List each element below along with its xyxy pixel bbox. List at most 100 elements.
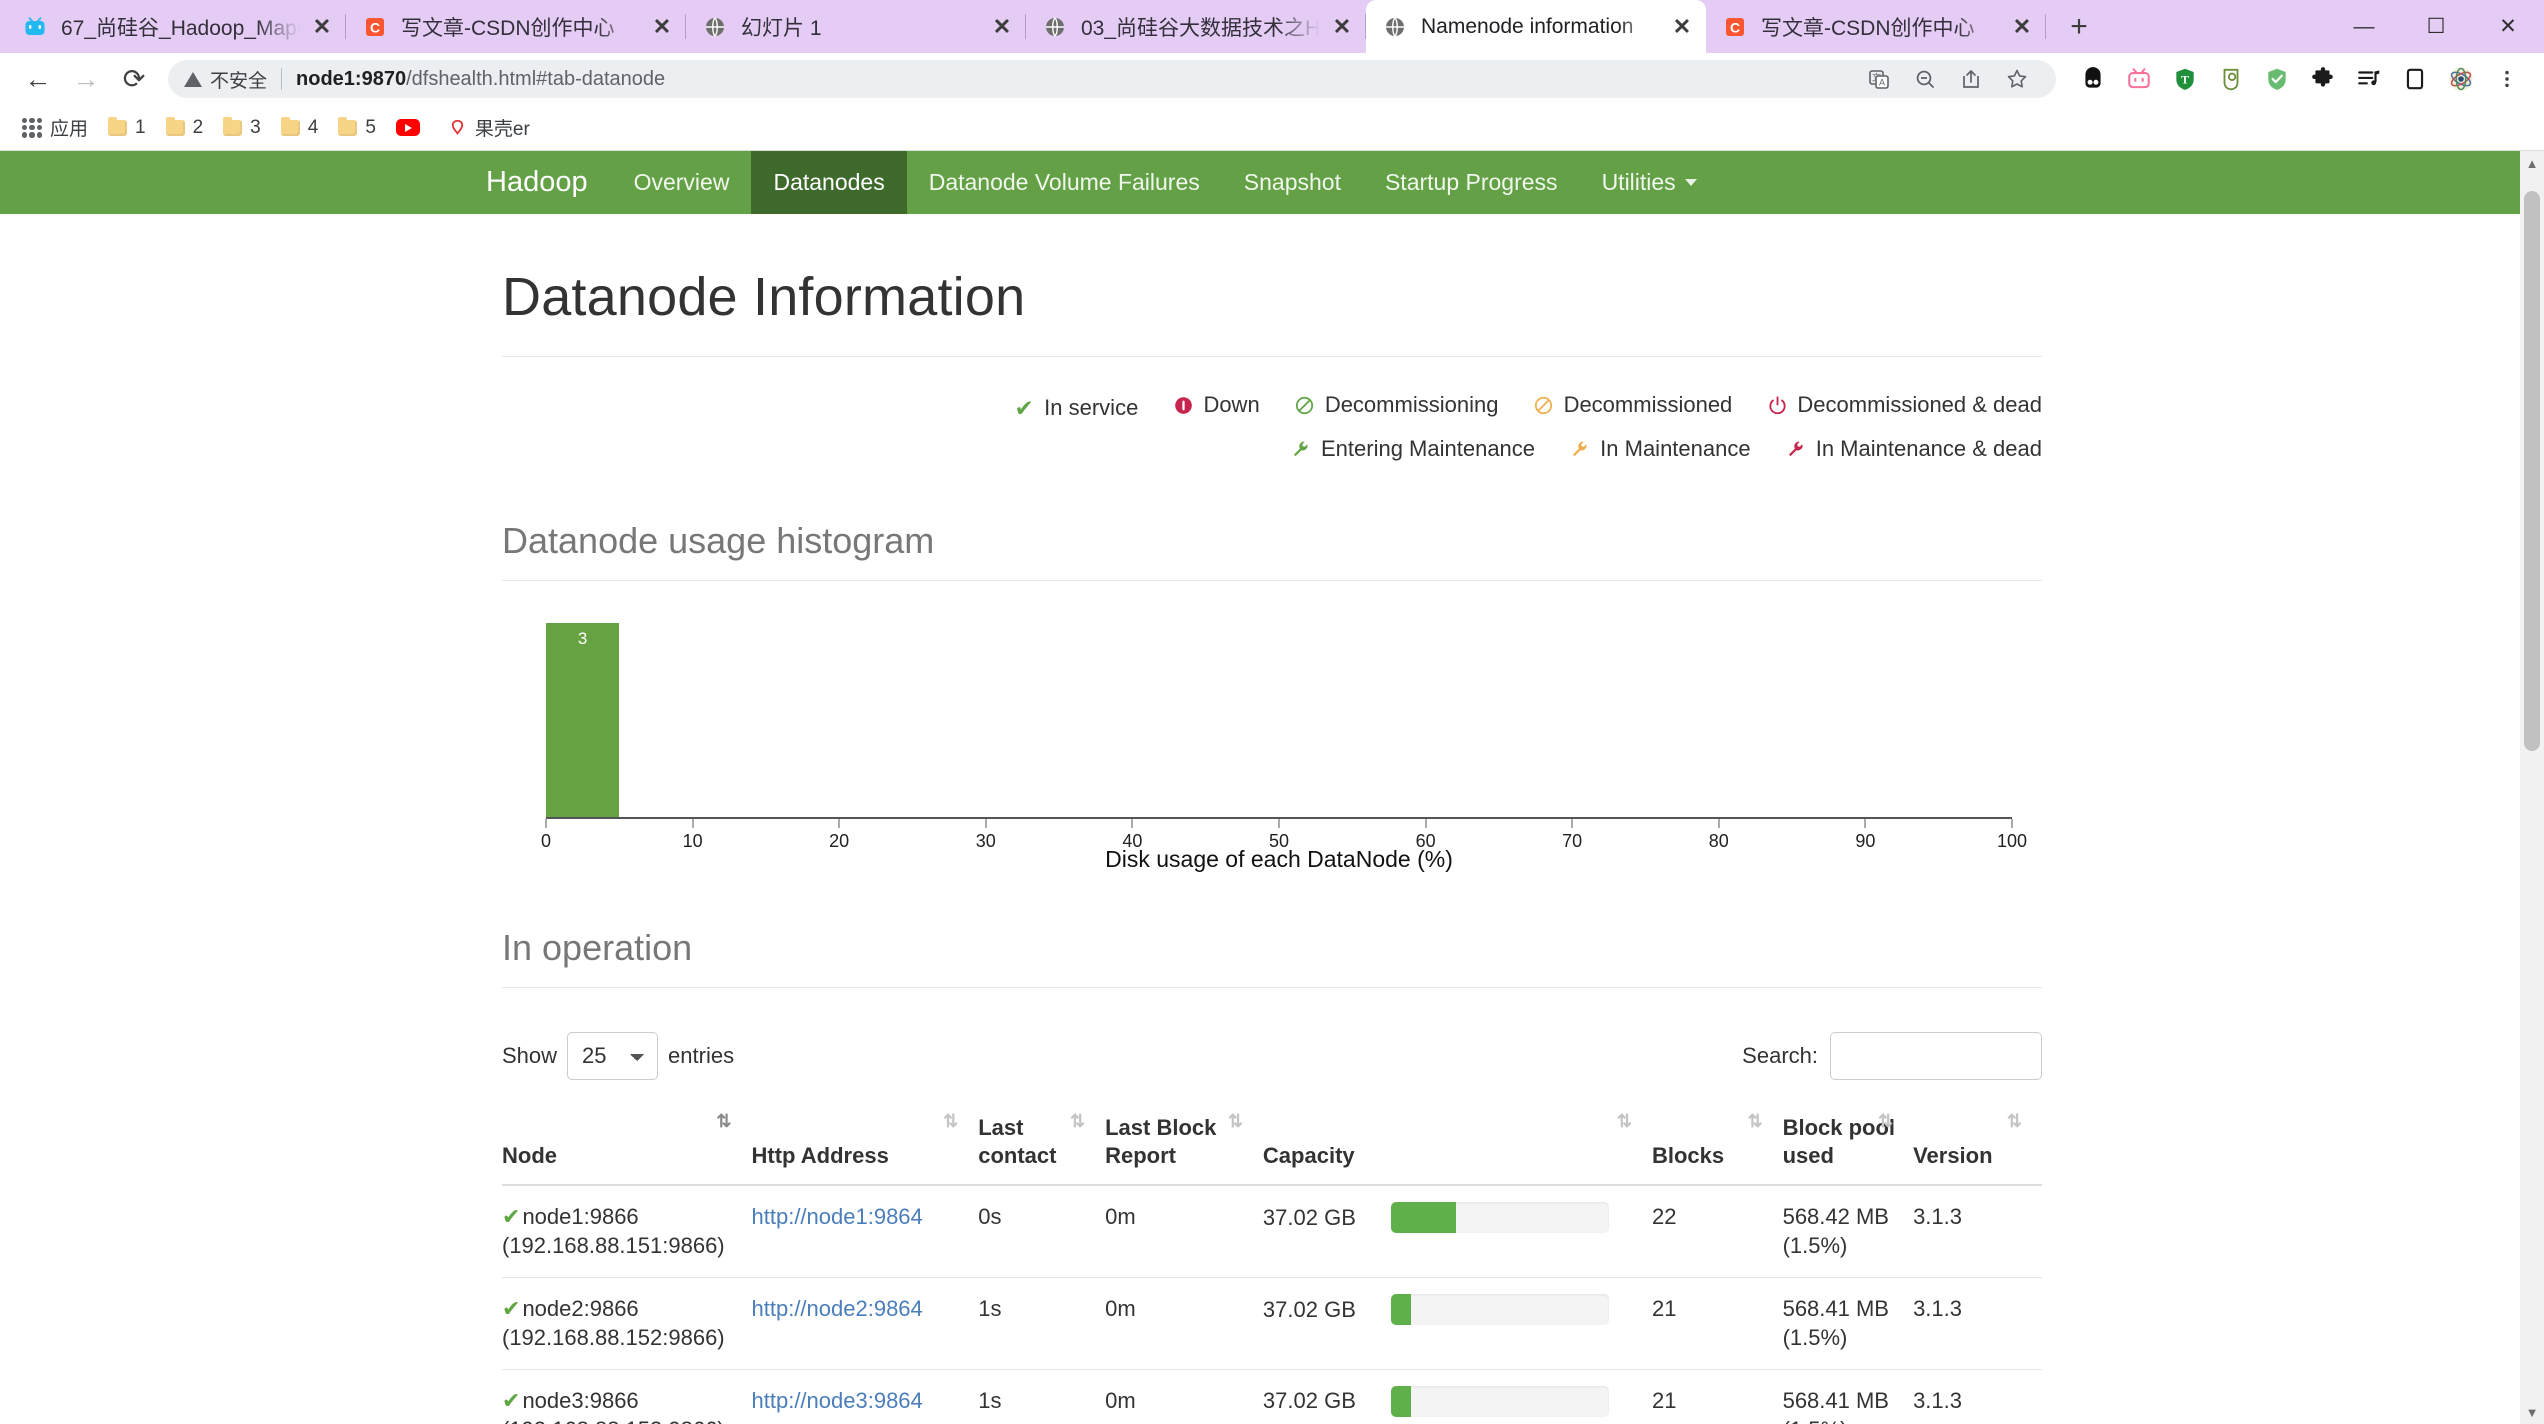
nav-overview[interactable]: Overview [612, 151, 752, 214]
ban-orange-icon [1533, 395, 1555, 416]
tab-close-icon[interactable]: ✕ [2008, 13, 2036, 41]
adguard-shield-icon[interactable] [2254, 56, 2300, 102]
bookmark-folder-4[interactable]: 4 [271, 109, 329, 147]
minimize-button[interactable]: — [2328, 0, 2400, 53]
trend-shield-icon[interactable]: T [2162, 56, 2208, 102]
legend-decommissioned-dead: Decommissioned & dead [1766, 385, 2042, 425]
block-pool-value: 568.41 MB [1782, 1295, 1889, 1321]
bookmark-label: 5 [365, 116, 376, 138]
histogram-plot: 3 [546, 622, 2012, 819]
col-header-blocks[interactable]: ⇅ Blocks [1651, 1099, 1783, 1186]
playlist-icon[interactable] [2346, 56, 2392, 102]
scrollbar-thumb[interactable] [2524, 191, 2540, 751]
browser-tab-active[interactable]: Namenode information ✕ [1366, 0, 1706, 53]
not-secure-indicator[interactable]: 不安全 [184, 66, 267, 93]
menu-kebab-icon[interactable] [2484, 56, 2530, 102]
col-header-capacity[interactable]: ⇅ Capacity [1262, 1099, 1652, 1186]
new-tab-button[interactable]: + [2056, 4, 2102, 50]
tab-title: 写文章-CSDN创作中心 [401, 16, 615, 40]
legend-label: Decommissioned & dead [1797, 392, 2042, 417]
tab-close-icon[interactable]: ✕ [988, 13, 1016, 41]
col-header-block-pool-used[interactable]: ⇅ Block pool used [1782, 1099, 1914, 1186]
datatable-controls: Show 25 50 100 entries Search: [502, 1031, 2042, 1080]
omnibox-divider [281, 68, 283, 90]
col-header-last-contact[interactable]: ⇅ Last contact [978, 1099, 1106, 1186]
col-header-node[interactable]: ⇅ Node [502, 1099, 752, 1186]
histogram-bar-label: 3 [577, 628, 588, 648]
histogram-bar[interactable]: 3 [546, 622, 620, 817]
bookmark-apps[interactable]: 应用 [12, 109, 98, 147]
extension-dark-icon[interactable] [2070, 56, 2116, 102]
nav-datanodes[interactable]: Datanodes [751, 151, 907, 214]
col-header-version[interactable]: ⇅ Version [1913, 1099, 2042, 1186]
datanodes-table: ⇅ Node ⇅ Http Address ⇅ Last contact ⇅ L… [502, 1099, 2042, 1424]
translate-icon[interactable]: 文A [1856, 56, 1902, 102]
block-pool-percent: (1.5%) [1782, 1325, 1848, 1351]
share-icon[interactable] [1948, 56, 1994, 102]
legend-label: Decommissioning [1324, 392, 1499, 417]
back-button[interactable]: ← [14, 55, 62, 103]
tab-title: Namenode information [1421, 14, 1634, 38]
close-window-button[interactable]: ✕ [2472, 0, 2544, 53]
browser-tab[interactable]: 67_尚硅谷_Hadoop_MapReduce ✕ [6, 0, 346, 53]
zoom-out-icon[interactable] [1902, 56, 1948, 102]
nav-utilities[interactable]: Utilities [1580, 151, 1719, 214]
omnibox-icons: 文A [1856, 56, 2040, 102]
http-address-link[interactable]: http://node3:9864 [752, 1388, 923, 1413]
sort-icon: ⇅ [1616, 1110, 1632, 1131]
bookmark-star-icon[interactable] [1994, 56, 2040, 102]
page-length-select[interactable]: 25 50 100 [567, 1031, 659, 1080]
legend-row-2: Entering Maintenance In Maintenance In M… [502, 429, 2042, 472]
bookmark-youtube[interactable] [386, 109, 438, 147]
browser-tab[interactable]: 03_尚硅谷大数据技术之Hadoop ✕ [1026, 0, 1366, 53]
http-address-link[interactable]: http://node2:9864 [752, 1296, 923, 1321]
nav-datanode-volume-failures[interactable]: Datanode Volume Failures [907, 151, 1222, 214]
bookmark-folder-2[interactable]: 2 [156, 109, 214, 147]
tab-title: 03_尚硅谷大数据技术之Hadoop [1081, 16, 1320, 40]
globe-icon [1042, 14, 1068, 40]
scroll-down-arrow[interactable]: ▼ [2520, 1400, 2544, 1424]
bookmark-label: 4 [307, 116, 319, 138]
capacity-value: 37.02 GB [1262, 1388, 1356, 1414]
pocket-icon[interactable] [2208, 56, 2254, 102]
legend-in-maintenance-dead: In Maintenance & dead [1785, 429, 2042, 469]
col-header-last-block-report[interactable]: ⇅ Last Block Report [1105, 1099, 1263, 1186]
legend-label: In Maintenance & dead [1815, 435, 2042, 461]
capacity-progress-bar [1390, 1201, 1609, 1233]
tab-close-icon[interactable]: ✕ [308, 13, 336, 41]
cell-blocks: 21 [1651, 1277, 1783, 1370]
bookmark-folder-3[interactable]: 3 [213, 109, 271, 147]
tab-close-icon[interactable]: ✕ [648, 13, 676, 41]
puzzle-extensions-icon[interactable] [2300, 56, 2346, 102]
bookmark-folder-5[interactable]: 5 [328, 109, 386, 147]
col-header-http-address[interactable]: ⇅ Http Address [751, 1099, 979, 1186]
bookmark-label: 果壳er [474, 119, 530, 140]
browser-tab[interactable]: C 写文章-CSDN创作中心 ✕ [346, 0, 686, 53]
search-label: Search: [1742, 1042, 1818, 1068]
tab-divider [2045, 14, 2046, 39]
reload-button[interactable]: ⟳ [110, 55, 158, 103]
atom-profile-icon[interactable] [2438, 56, 2484, 102]
hadoop-brand[interactable]: Hadoop [478, 151, 612, 214]
scroll-up-arrow[interactable]: ▲ [2520, 151, 2544, 175]
tab-close-icon[interactable]: ✕ [1328, 13, 1356, 41]
forward-button[interactable]: → [62, 55, 110, 103]
bookmark-guokr[interactable]: 果壳er [438, 109, 540, 147]
address-bar[interactable]: 不安全 node1:9870/dfshealth.html#tab-datano… [168, 60, 2056, 98]
http-address-link[interactable]: http://node1:9864 [752, 1204, 923, 1229]
folder-icon [108, 116, 128, 136]
search-input[interactable] [1830, 1031, 2042, 1080]
sidepanel-icon[interactable] [2392, 56, 2438, 102]
tab-close-icon[interactable]: ✕ [1668, 13, 1696, 41]
legend-decommissioned: Decommissioned [1533, 385, 1732, 425]
bilibili-icon[interactable] [2116, 56, 2162, 102]
nav-startup-progress[interactable]: Startup Progress [1363, 151, 1580, 214]
browser-tab[interactable]: 幻灯片 1 ✕ [686, 0, 1026, 53]
bookmark-folder-1[interactable]: 1 [98, 109, 156, 147]
table-head: ⇅ Node ⇅ Http Address ⇅ Last contact ⇅ L… [502, 1099, 2042, 1186]
maximize-button[interactable]: ☐ [2400, 0, 2472, 53]
window-controls: — ☐ ✕ [2328, 0, 2544, 53]
browser-tab[interactable]: C 写文章-CSDN创作中心 ✕ [1706, 0, 2046, 53]
nav-snapshot[interactable]: Snapshot [1222, 151, 1363, 214]
page-scrollbar[interactable]: ▲ ▼ [2520, 151, 2544, 1424]
